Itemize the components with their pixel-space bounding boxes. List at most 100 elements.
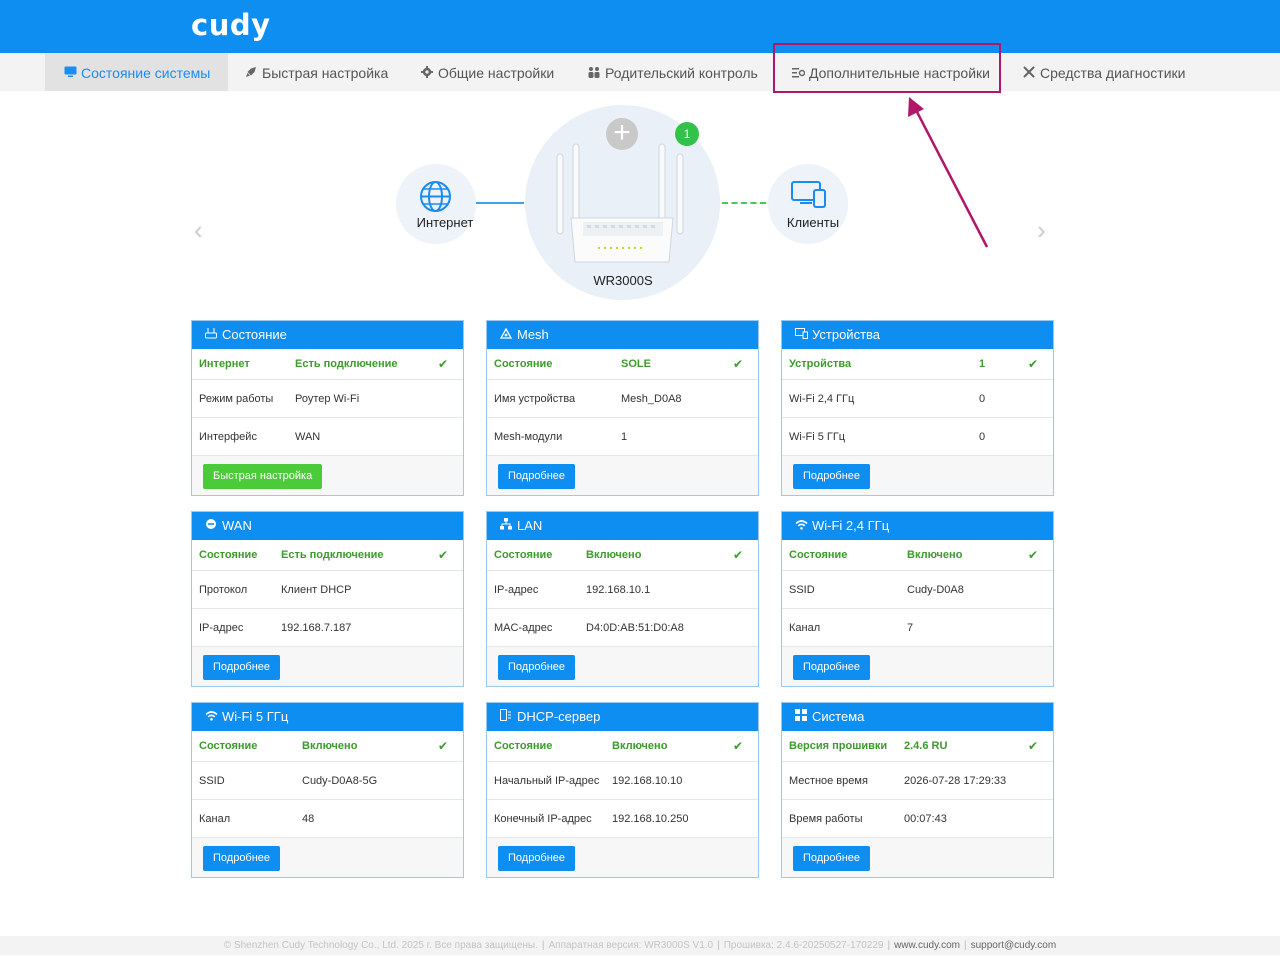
card-row: Версия прошивки 2.4.6 RU ✔ xyxy=(782,731,1053,762)
card-row: IP-адрес 192.168.10.1 xyxy=(487,571,758,609)
gear-icon xyxy=(420,54,434,94)
ie-icon xyxy=(204,513,218,541)
check-icon: ✔ xyxy=(437,548,448,562)
row-label: Версия прошивки xyxy=(789,740,888,752)
details-button[interactable]: Подробнее xyxy=(498,846,576,871)
status-card: DHCP-сервер Состояние Включено ✔ Начальный I… xyxy=(486,702,759,878)
card-row: IP-адрес 192.168.7.187 xyxy=(192,609,463,647)
row-value: Включено xyxy=(612,740,668,752)
row-value: D4:0D:AB:51:D0:A8 xyxy=(586,622,684,634)
tab-quick-setup[interactable]: Быстрая настройка xyxy=(244,53,388,91)
details-button[interactable]: Подробнее xyxy=(793,846,871,871)
row-label: SSID xyxy=(789,584,815,596)
row-value: 1 xyxy=(621,431,628,443)
tab-general-settings[interactable]: Общие настройки xyxy=(420,53,554,91)
card-footer: Подробнее xyxy=(487,647,758,689)
details-button[interactable]: Подробнее xyxy=(203,655,281,680)
status-card: Устройства Устройства 1 ✔ Wi-Fi 2,4 ГГц 0 Wi-F… xyxy=(781,320,1054,496)
card-row: Протокол Клиент DHCP xyxy=(192,571,463,609)
quick-setup-button[interactable]: Быстрая настройка xyxy=(203,464,323,489)
row-value: Есть подключение xyxy=(295,358,398,370)
card-row: Состояние Есть подключение ✔ xyxy=(192,540,463,571)
row-label: Время работы xyxy=(789,813,863,825)
status-card: Состояние Интернет Есть подключение ✔ Режим … xyxy=(191,320,464,496)
card-row: Wi-Fi 2,4 ГГц 0 xyxy=(782,380,1053,418)
cudy-logo[interactable]: cudy xyxy=(191,8,271,42)
row-label: Состояние xyxy=(789,549,848,561)
card-row: Время работы 00:07:43 xyxy=(782,800,1053,838)
details-button[interactable]: Подробнее xyxy=(498,655,576,680)
status-card: Wi-Fi 5 ГГц Состояние Включено ✔ SSID Cudy-D0… xyxy=(191,702,464,878)
check-icon: ✔ xyxy=(732,357,743,371)
card-row: Интернет Есть подключение ✔ xyxy=(192,349,463,380)
row-label: Mesh-модули xyxy=(494,431,563,443)
card-row: Состояние SOLE ✔ xyxy=(487,349,758,380)
mesh-icon xyxy=(499,322,513,350)
tab-parental-control[interactable]: Родительский контроль xyxy=(587,53,758,91)
tab-diagnostics[interactable]: Средства диагностики xyxy=(1022,53,1186,91)
card-header: WAN xyxy=(192,512,463,540)
card-row: Устройства 1 ✔ xyxy=(782,349,1053,380)
carousel-next-button[interactable]: › xyxy=(1037,215,1046,246)
row-label: Местное время xyxy=(789,775,868,787)
clients-count-badge: 1 xyxy=(675,122,699,146)
row-label: Wi-Fi 5 ГГц xyxy=(789,431,846,443)
card-row: Состояние Включено ✔ xyxy=(487,731,758,762)
top-header: cudy xyxy=(0,0,1280,53)
card-row: Интерфейс WAN xyxy=(192,418,463,456)
row-value: Mesh_D0A8 xyxy=(621,393,682,405)
annotation-highlight-box xyxy=(773,43,1001,93)
tab-system-status[interactable]: Состояние системы xyxy=(45,53,228,91)
card-footer: Подробнее xyxy=(782,456,1053,498)
support-email-link[interactable]: support@cudy.com xyxy=(971,940,1057,951)
row-label: Конечный IP-адрес xyxy=(494,813,592,825)
row-label: IP-адрес xyxy=(494,584,539,596)
card-footer: Подробнее xyxy=(782,647,1053,689)
card-row: SSID Cudy-D0A8-5G xyxy=(192,762,463,800)
card-header: DHCP-сервер xyxy=(487,703,758,731)
row-value: Включено xyxy=(907,549,963,561)
details-button[interactable]: Подробнее xyxy=(793,464,871,489)
card-title: Состояние xyxy=(222,327,287,342)
card-title: DHCP-сервер xyxy=(517,709,601,724)
internet-link-line xyxy=(476,202,524,204)
status-card: LAN Состояние Включено ✔ IP-адрес 192.168.10.… xyxy=(486,511,759,687)
row-value: Cudy-D0A8-5G xyxy=(302,775,378,787)
website-link[interactable]: www.cudy.com xyxy=(894,940,960,951)
router-image xyxy=(553,140,693,277)
row-value: Есть подключение xyxy=(281,549,384,561)
row-label: Канал xyxy=(199,813,231,825)
row-value: 1 xyxy=(979,358,986,370)
details-button[interactable]: Подробнее xyxy=(793,655,871,680)
status-card: WAN Состояние Есть подключение ✔ Протокол Кли… xyxy=(191,511,464,687)
add-device-button[interactable]: + xyxy=(606,118,638,150)
card-title: Система xyxy=(812,709,865,724)
check-icon: ✔ xyxy=(1027,357,1038,371)
card-row: Wi-Fi 5 ГГц 0 xyxy=(782,418,1053,456)
row-label: Начальный IP-адрес xyxy=(494,775,600,787)
details-button[interactable]: Подробнее xyxy=(203,846,281,871)
card-row: Начальный IP-адрес 192.168.10.10 xyxy=(487,762,758,800)
main-nav: Состояние системы Быстрая настройка Общи… xyxy=(0,53,1280,91)
card-title: Устройства xyxy=(812,327,881,342)
wifi-icon xyxy=(204,704,218,732)
hardware-version: Аппаратная версия: WR3000S V1.0 xyxy=(548,940,714,951)
status-card: Wi-Fi 2,4 ГГц Состояние Включено ✔ SSID Cudy-… xyxy=(781,511,1054,687)
row-value: 2026-07-28 17:29:33 xyxy=(904,775,1007,787)
card-row: SSID Cudy-D0A8 xyxy=(782,571,1053,609)
row-value: Включено xyxy=(302,740,358,752)
check-icon: ✔ xyxy=(732,548,743,562)
devices-icon xyxy=(791,181,827,214)
card-footer: Подробнее xyxy=(782,838,1053,880)
card-row: MAC-адрес D4:0D:AB:51:D0:A8 xyxy=(487,609,758,647)
row-label: Wi-Fi 2,4 ГГц xyxy=(789,393,855,405)
card-header: Wi-Fi 2,4 ГГц xyxy=(782,512,1053,540)
card-title: LAN xyxy=(517,518,543,533)
card-footer: Подробнее xyxy=(487,838,758,880)
details-button[interactable]: Подробнее xyxy=(498,464,576,489)
card-row: Состояние Включено ✔ xyxy=(192,731,463,762)
internet-label: Интернет xyxy=(416,215,474,230)
row-label: Состояние xyxy=(494,358,553,370)
carousel-prev-button[interactable]: ‹ xyxy=(194,215,203,246)
row-value: 192.168.10.10 xyxy=(612,775,683,787)
